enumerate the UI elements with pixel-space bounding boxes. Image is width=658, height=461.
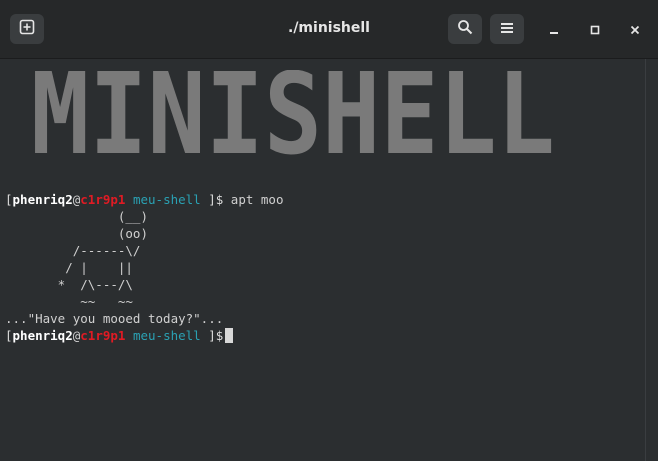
prompt-dir: meu-shell — [132, 192, 201, 207]
minimize-icon — [549, 20, 559, 39]
prompt-user: phenriq2 — [12, 328, 73, 343]
prompt-dir: meu-shell — [132, 328, 201, 343]
maximize-icon — [590, 20, 600, 39]
cow-line: (oo) — [5, 226, 148, 241]
prompt-close: ]$ — [200, 328, 224, 343]
prompt-open: [ — [5, 192, 13, 207]
prompt-host: c1r9p1 — [80, 192, 126, 207]
typed-command: apt moo — [223, 192, 284, 207]
close-icon — [630, 20, 640, 39]
search-icon — [457, 19, 473, 39]
cow-line: * /\---/\ — [5, 277, 133, 292]
scrollbar[interactable] — [645, 59, 658, 461]
close-button[interactable] — [626, 20, 644, 38]
prompt-host: c1r9p1 — [80, 328, 126, 343]
banner-text: MINISHELL — [31, 70, 555, 168]
minishell-ascii-banner: MINISHELL — [31, 70, 555, 168]
menu-button[interactable] — [490, 14, 524, 44]
minimize-button[interactable] — [545, 20, 563, 38]
prompt-open: [ — [5, 328, 13, 343]
maximize-button[interactable] — [586, 20, 604, 38]
cow-line: / | || — [5, 260, 133, 275]
prompt-line-2[interactable]: [phenriq2@c1r9p1 meu-shell ]$ — [5, 327, 234, 344]
prompt-user: phenriq2 — [12, 192, 73, 207]
moo-message: ..."Have you mooed today?"... — [5, 311, 224, 326]
cow-line: ~~ ~~ — [5, 294, 133, 309]
hamburger-menu-icon — [500, 20, 514, 39]
prompt-close: ]$ — [200, 192, 224, 207]
cow-line: (__) — [5, 209, 148, 224]
title-bar: ./minishell — [0, 0, 658, 59]
cow-line: /------\/ — [5, 243, 141, 258]
prompt-line-1: [phenriq2@c1r9p1 meu-shell ]$ apt moo — [5, 191, 284, 208]
search-button[interactable] — [448, 14, 482, 44]
text-cursor — [225, 328, 234, 343]
